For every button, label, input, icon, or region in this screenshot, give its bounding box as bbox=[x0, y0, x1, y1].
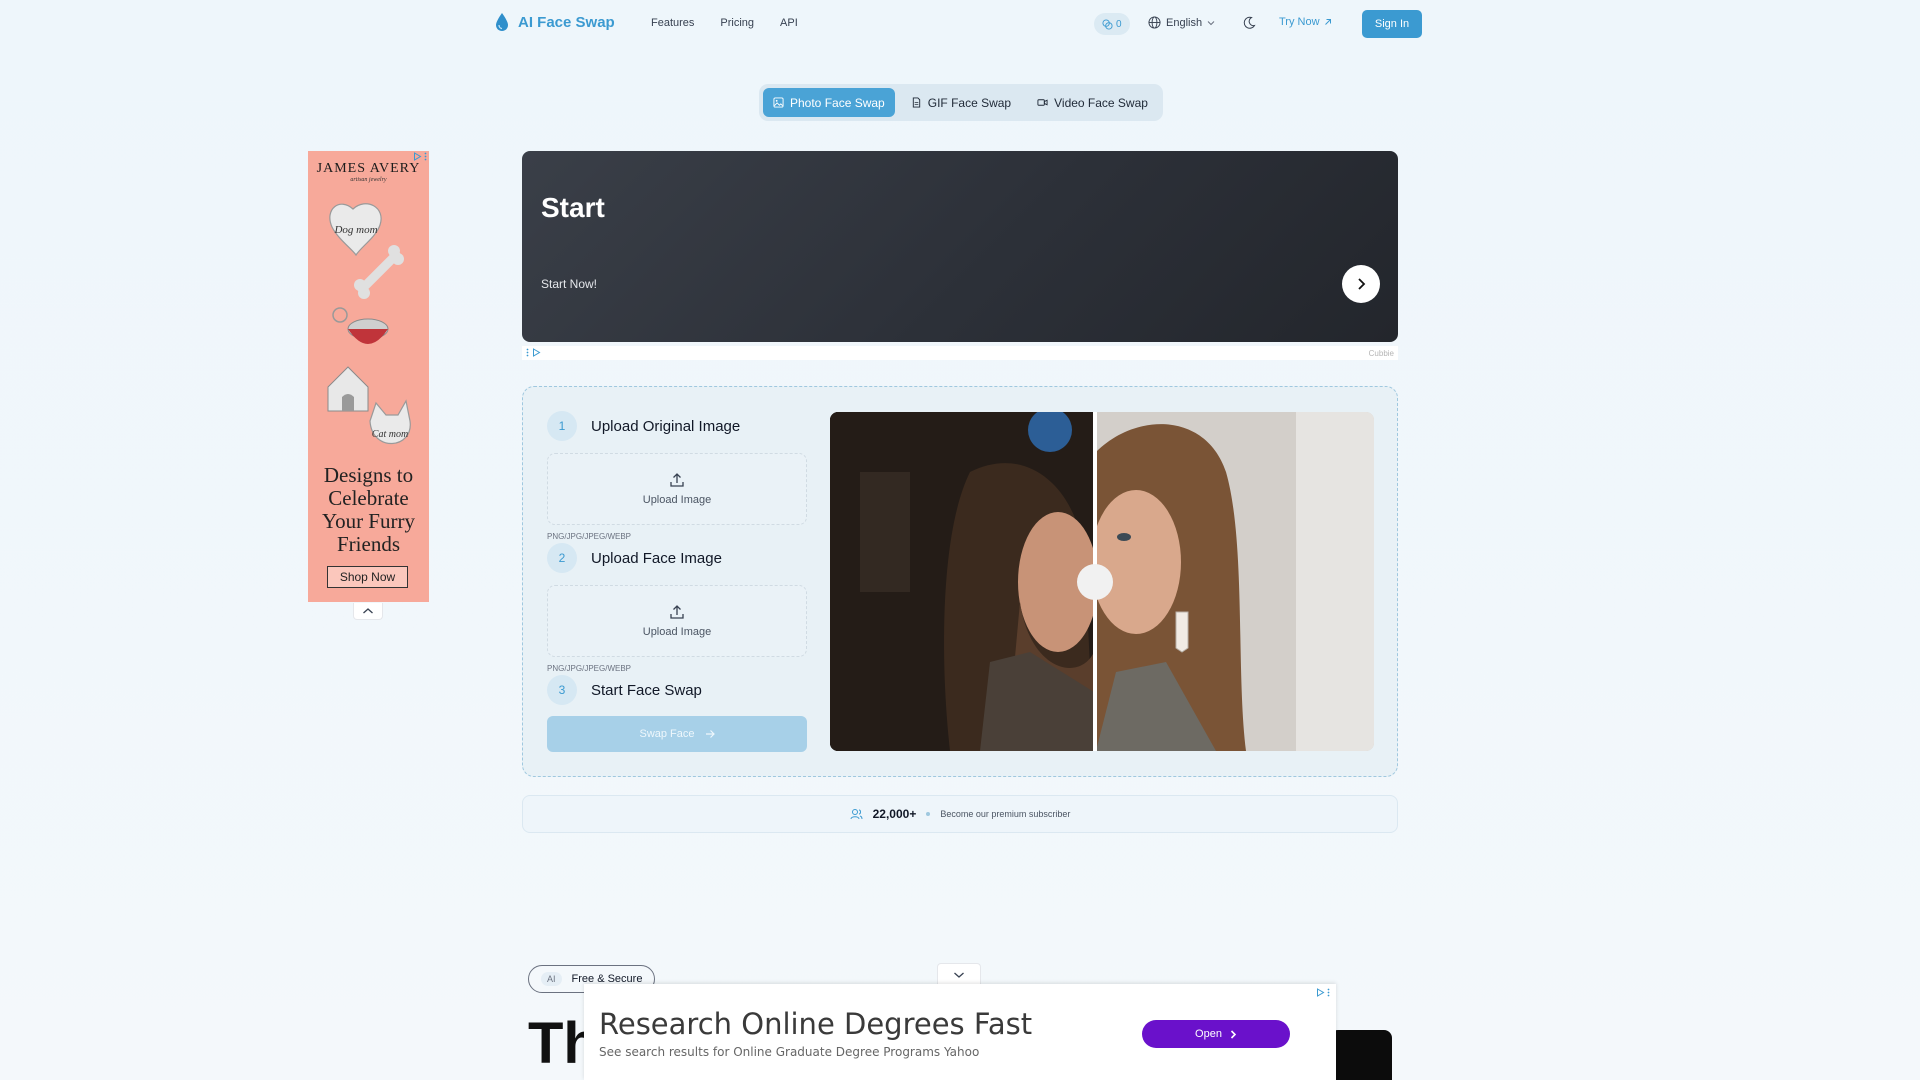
ad-choices-icon bbox=[533, 348, 541, 357]
subscriber-count: 22,000+ bbox=[872, 807, 917, 821]
more-vertical-icon bbox=[424, 152, 427, 161]
credits-badge[interactable]: 0 bbox=[1094, 13, 1130, 35]
banner-ad-footer: Cubbie bbox=[522, 346, 1398, 360]
pet-charms-illustration: Dog mom Cat mom bbox=[327, 203, 411, 445]
anchor-ad[interactable]: Research Online Degrees Fast See search … bbox=[584, 984, 1336, 1080]
step-title: Upload Original Image bbox=[591, 417, 741, 435]
ad-choices-badge[interactable] bbox=[526, 348, 541, 357]
mode-tabs: Photo Face Swap GIF Face Swap Video Face… bbox=[759, 84, 1163, 121]
ad-choices-badge[interactable] bbox=[1316, 988, 1330, 997]
language-selector[interactable]: English bbox=[1148, 16, 1215, 29]
upload-label: Upload Image bbox=[642, 626, 712, 638]
upload-icon bbox=[670, 473, 684, 487]
face-image-upload[interactable]: Upload Image bbox=[547, 585, 807, 657]
anchor-ad-collapse-toggle[interactable] bbox=[937, 963, 981, 986]
tab-video-face-swap[interactable]: Video Face Swap bbox=[1027, 88, 1158, 117]
tab-label: GIF Face Swap bbox=[927, 95, 1012, 110]
ad-brand-name: JAMES AVERY bbox=[316, 161, 421, 176]
nav-features[interactable]: Features bbox=[651, 17, 694, 29]
users-icon bbox=[850, 809, 863, 820]
credits-count: 0 bbox=[1116, 18, 1122, 30]
ad-collapse-toggle[interactable] bbox=[353, 603, 383, 620]
chevron-down-icon bbox=[1207, 20, 1215, 25]
swapped-person-illustration bbox=[1091, 412, 1374, 751]
ad-headline: Designs to Celebrate Your Furry Friends bbox=[322, 463, 415, 556]
nav-pricing[interactable]: Pricing bbox=[720, 17, 754, 29]
more-vertical-icon bbox=[1327, 988, 1330, 997]
chevron-down-icon bbox=[954, 972, 964, 978]
step-title: Upload Face Image bbox=[591, 549, 722, 567]
cat-mom-charm-label: Cat mom bbox=[372, 429, 408, 440]
brand-logo[interactable]: AI Face Swap bbox=[494, 12, 615, 32]
anchor-ad-title: Research Online Degrees Fast bbox=[599, 1007, 1033, 1041]
upload-label: Upload Image bbox=[642, 494, 712, 506]
separator-dot bbox=[926, 812, 931, 816]
globe-icon bbox=[1148, 16, 1161, 29]
video-camera-icon bbox=[1037, 99, 1048, 106]
tab-label: Photo Face Swap bbox=[790, 95, 885, 110]
swap-face-label: Swap Face bbox=[639, 728, 695, 740]
before-after-comparison[interactable] bbox=[830, 412, 1374, 751]
comparison-slider-handle[interactable] bbox=[1077, 564, 1113, 600]
anchor-ad-subtitle: See search results for Online Graduate D… bbox=[599, 1045, 980, 1059]
tab-gif-face-swap[interactable]: GIF Face Swap bbox=[901, 88, 1021, 117]
try-now-link[interactable]: Try Now bbox=[1279, 16, 1332, 28]
top-navbar: AI Face Swap Features Pricing API 0 Engl… bbox=[0, 0, 1920, 48]
tab-photo-face-swap[interactable]: Photo Face Swap bbox=[763, 88, 895, 117]
supported-formats: PNG/JPG/JPEG/WEBP bbox=[547, 664, 632, 673]
main-nav: Features Pricing API bbox=[651, 17, 798, 29]
file-icon bbox=[912, 97, 920, 108]
chevron-right-icon bbox=[1358, 278, 1366, 290]
ad-choices-icon bbox=[414, 152, 422, 161]
banner-ad[interactable]: Start Start Now! bbox=[522, 151, 1398, 342]
arrow-right-icon bbox=[705, 730, 715, 738]
moon-icon[interactable] bbox=[1242, 16, 1256, 30]
original-person-illustration bbox=[830, 412, 1098, 751]
face-swap-tool: 1 Upload Original Image Upload Image PNG… bbox=[522, 386, 1398, 777]
original-image-upload[interactable]: Upload Image bbox=[547, 453, 807, 525]
image-icon bbox=[773, 97, 784, 108]
banner-ad-subtitle: Start Now! bbox=[541, 277, 598, 291]
nav-api[interactable]: API bbox=[780, 17, 798, 29]
step-title: Start Face Swap bbox=[591, 681, 702, 699]
ad-choices-badge[interactable] bbox=[413, 152, 427, 161]
step-number: 3 bbox=[547, 675, 577, 705]
step-number: 1 bbox=[547, 411, 577, 441]
arrow-up-right-icon bbox=[1324, 19, 1331, 25]
dog-mom-charm-label: Dog mom bbox=[333, 224, 377, 236]
banner-ad-next-button[interactable] bbox=[1342, 265, 1380, 303]
banner-ad-title: Start bbox=[541, 192, 605, 223]
coins-icon bbox=[1102, 18, 1113, 30]
open-label: Open bbox=[1195, 1028, 1222, 1040]
step-3-header: 3 Start Face Swap bbox=[547, 675, 702, 705]
chevron-up-icon bbox=[363, 608, 373, 614]
brand-name: AI Face Swap bbox=[518, 13, 615, 31]
sign-in-button[interactable]: Sign In bbox=[1362, 10, 1422, 38]
language-label: English bbox=[1166, 16, 1203, 29]
ad-brand-tagline: artisan jewelry bbox=[350, 177, 387, 183]
water-drop-icon bbox=[496, 13, 508, 31]
subscriber-cta-text: Become our premium subscriber bbox=[940, 809, 1071, 819]
subscribers-bar: 22,000+ Become our premium subscriber bbox=[522, 795, 1398, 833]
step-number: 2 bbox=[547, 543, 577, 573]
swapped-photo bbox=[1091, 412, 1374, 751]
tab-label: Video Face Swap bbox=[1054, 95, 1148, 110]
original-photo bbox=[830, 412, 1098, 751]
ad-choices-icon bbox=[1317, 988, 1325, 997]
supported-formats: PNG/JPG/JPEG/WEBP bbox=[547, 532, 632, 541]
hero-media-block bbox=[1330, 1030, 1392, 1080]
upload-icon bbox=[670, 605, 684, 619]
step-1-header: 1 Upload Original Image bbox=[547, 411, 740, 441]
step-2-header: 2 Upload Face Image bbox=[547, 543, 722, 573]
ad-shop-now-button[interactable]: Shop Now bbox=[327, 566, 408, 588]
side-ad-banner[interactable]: JAMES AVERY artisan jewelry Dog mom Cat … bbox=[308, 151, 429, 602]
chevron-right-icon bbox=[1230, 1029, 1237, 1039]
try-now-label: Try Now bbox=[1279, 16, 1320, 28]
ad-network-label: Cubbie bbox=[1368, 349, 1394, 358]
swap-face-button[interactable]: Swap Face bbox=[547, 716, 807, 752]
anchor-ad-open-button[interactable]: Open bbox=[1142, 1020, 1290, 1048]
more-vertical-icon bbox=[526, 348, 529, 357]
ai-tag: AI bbox=[541, 972, 562, 986]
